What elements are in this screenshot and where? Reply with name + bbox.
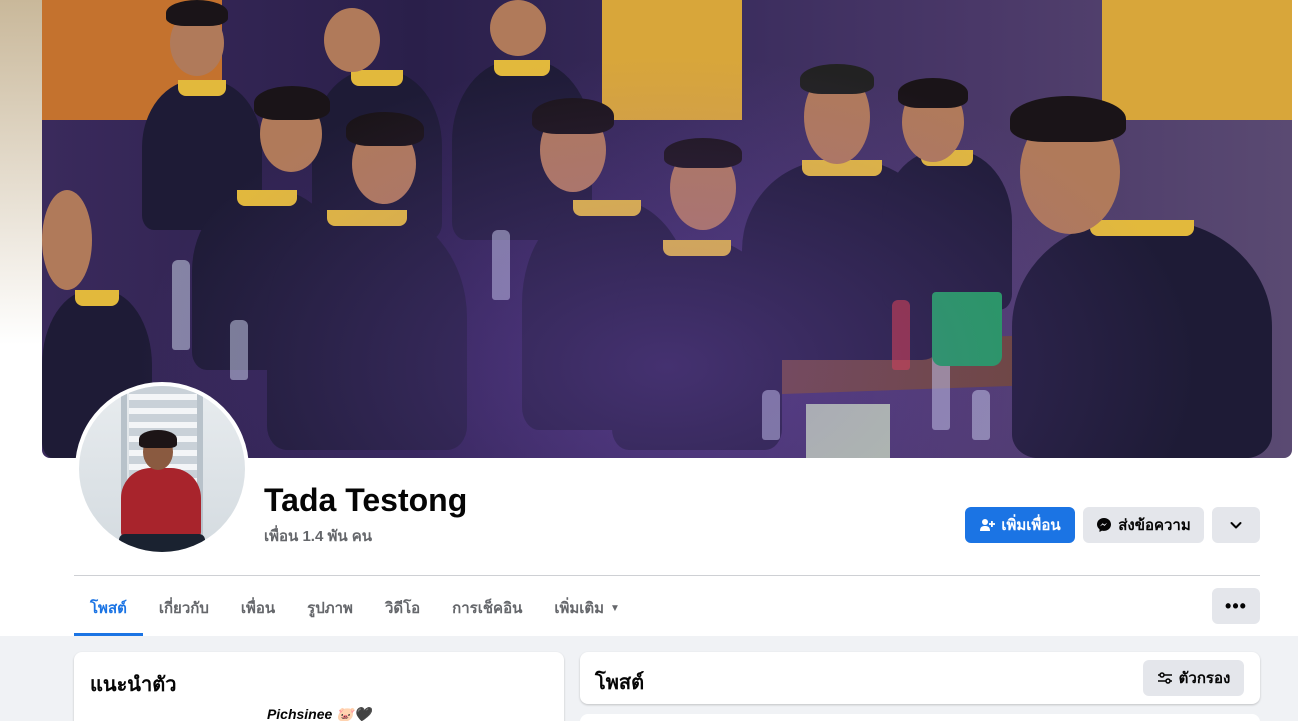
profile-header: Tada Testong เพื่อน 1.4 พัน คน เพิ่มเพื่… [0,0,1298,636]
add-friend-label: เพิ่มเพื่อน [1001,517,1061,534]
intro-title: แนะนำตัว [90,674,177,696]
caret-down-icon: ▼ [610,602,620,614]
tab-label: เพิ่มเติม [554,600,605,617]
tab-label: เกี่ยวกับ [158,600,209,617]
tab-label: โพสต์ [90,600,127,617]
intro-card: แนะนำตัว Pichsinee 🐷🖤 [74,652,564,721]
message-button[interactable]: ส่งข้อความ [1083,507,1204,543]
add-friend-icon [980,519,996,531]
message-label: ส่งข้อความ [1118,517,1191,534]
friend-count[interactable]: เพื่อน 1.4 พัน คน [264,524,372,548]
header-divider [74,575,1260,576]
avatar-legs [119,534,205,552]
cover-light-glow [42,0,1292,458]
add-friend-button[interactable]: เพิ่มเพื่อน [965,507,1075,543]
tabs-more-button[interactable]: ••• [1212,588,1260,624]
profile-tabs: โพสต์ เกี่ยวกับ เพื่อน รูปภาพ วิดีโอ การ… [74,580,636,636]
profile-avatar[interactable] [75,382,249,556]
composer-card-edge [580,714,1260,721]
tab-label: การเช็คอิน [452,600,523,617]
filter-label: ตัวกรอง [1178,670,1231,687]
cover-photo[interactable] [42,0,1292,458]
chevron-down-icon [1230,522,1242,529]
page-edge-gradient [0,0,42,460]
tab-label: วิดีโอ [384,600,421,617]
avatar-shirt [121,468,201,538]
tab-about[interactable]: เกี่ยวกับ [143,580,225,636]
tab-more[interactable]: เพิ่มเติม ▼ [538,580,636,636]
tab-posts[interactable]: โพสต์ [74,580,143,636]
profile-name: Tada Testong [264,482,468,518]
tab-label: เพื่อน [240,600,276,617]
tab-checkins[interactable]: การเช็คอิน [436,580,538,636]
posts-title: โพสต์ [595,672,645,694]
ellipsis-icon: ••• [1225,595,1247,616]
tab-photos[interactable]: รูปภาพ [291,580,369,636]
more-options-button[interactable] [1212,507,1260,543]
posts-header-card: โพสต์ ตัวกรอง [580,652,1260,704]
messenger-icon [1097,518,1112,532]
tab-label: รูปภาพ [307,600,353,617]
tab-friends[interactable]: เพื่อน [225,580,291,636]
avatar-photo [79,386,245,552]
tab-videos[interactable]: วิดีโอ [369,580,436,636]
filter-button[interactable]: ตัวกรอง [1143,660,1244,696]
filter-icon [1157,672,1172,684]
avatar-hair [139,430,177,448]
intro-bio: Pichsinee 🐷🖤 [266,706,372,721]
